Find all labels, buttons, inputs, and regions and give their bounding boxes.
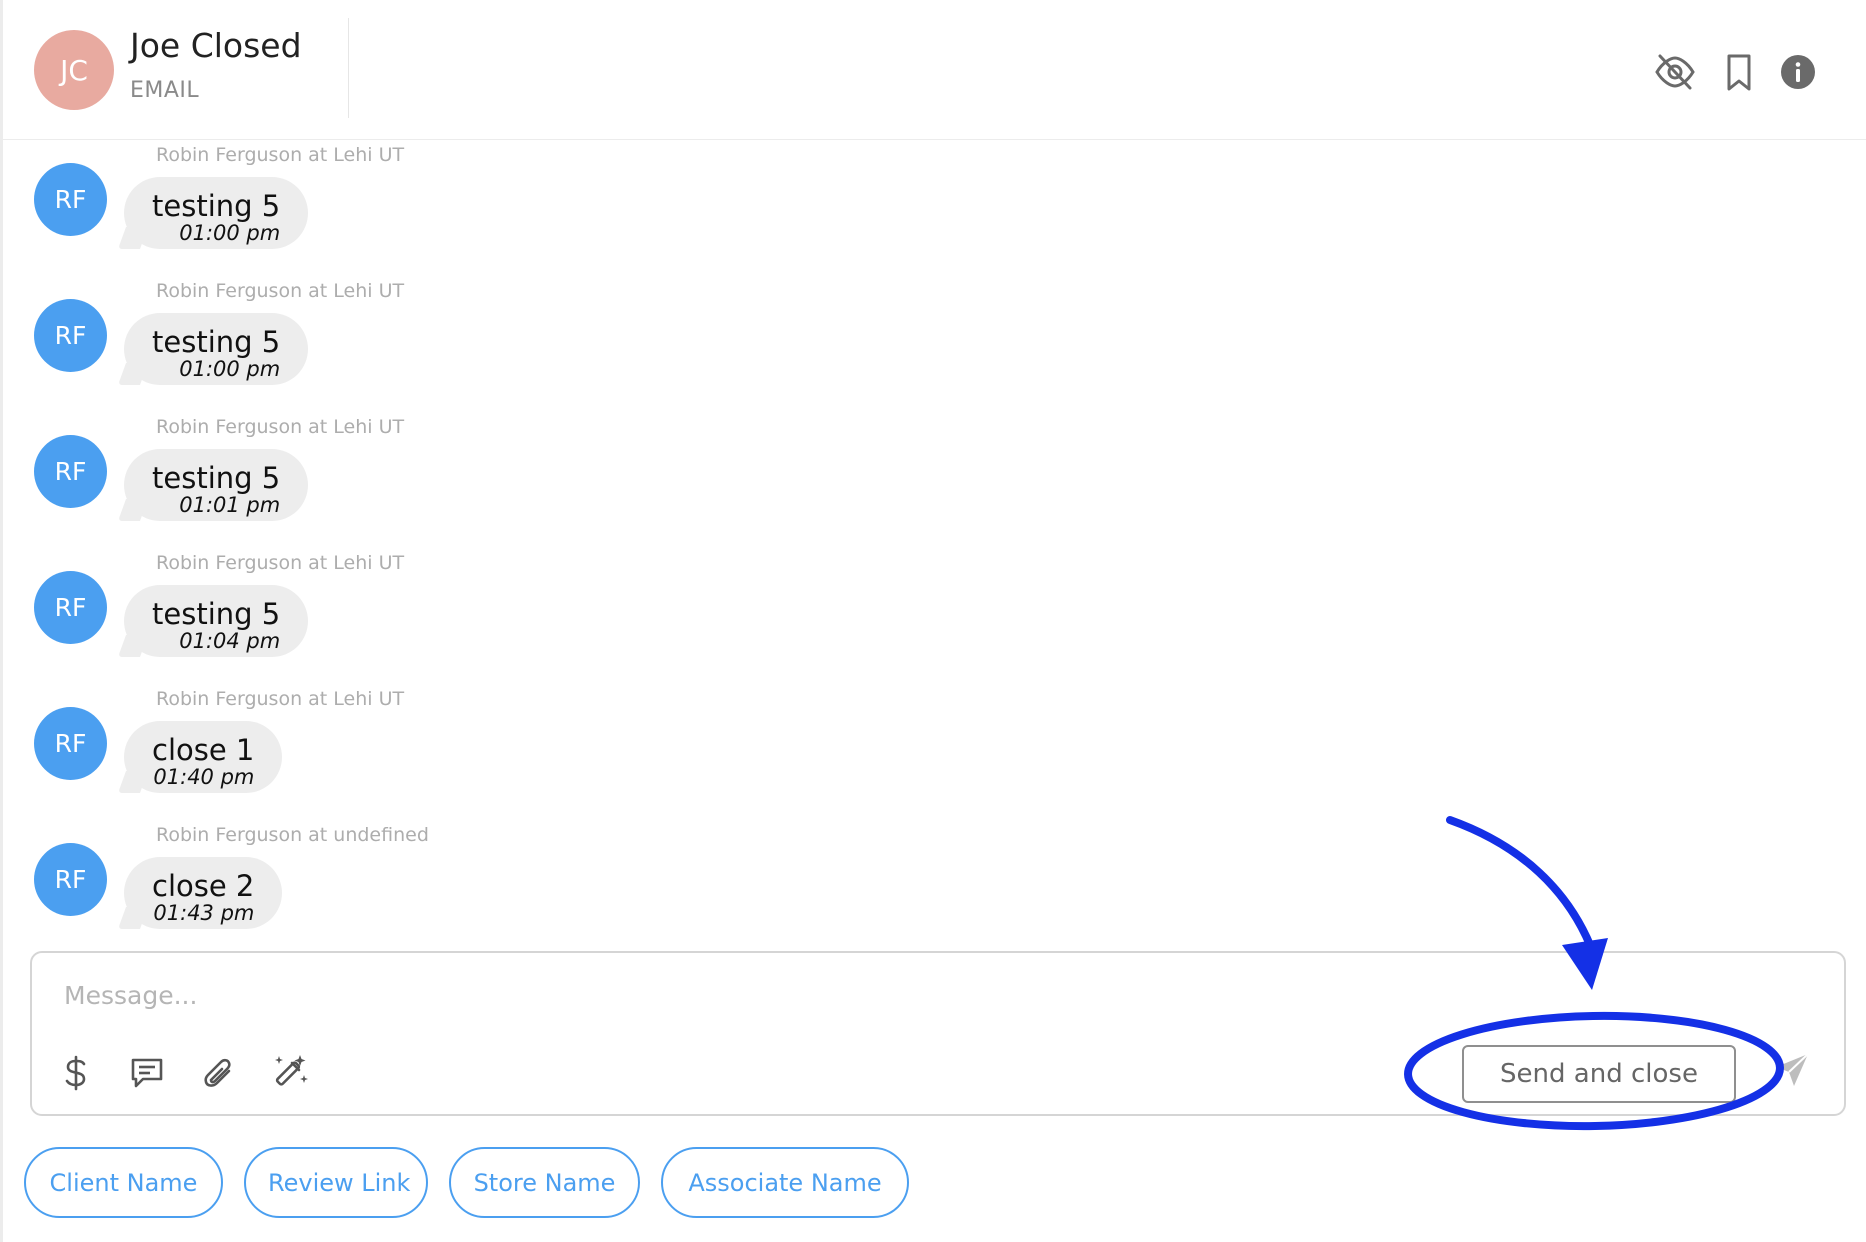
message-bubble: close 1 01:40 pm (124, 721, 283, 793)
send-and-close-button[interactable]: Send and close (1462, 1045, 1736, 1103)
sender-avatar: RF (34, 707, 107, 780)
message-item: Robin Ferguson at Lehi UT RF close 1 01:… (3, 688, 803, 824)
message-time: 01:00 pm (179, 357, 281, 381)
chip-associate-name[interactable]: Associate Name (661, 1147, 909, 1218)
chip-store-name[interactable]: Store Name (449, 1147, 640, 1218)
message-text: testing 5 (152, 461, 281, 495)
contact-name: Joe Closed (130, 26, 302, 65)
paperclip-icon[interactable] (199, 1053, 239, 1093)
message-composer: Send and close (30, 951, 1846, 1116)
message-item: Robin Ferguson at Lehi UT RF testing 5 0… (3, 280, 803, 416)
contact-channel: EMAIL (130, 78, 200, 103)
message-sender: Robin Ferguson at Lehi UT (156, 144, 405, 166)
message-sender: Robin Ferguson at Lehi UT (156, 688, 405, 710)
message-bubble: testing 5 01:01 pm (124, 449, 309, 521)
message-text: testing 5 (152, 597, 281, 631)
bookmark-icon[interactable] (1717, 50, 1761, 94)
message-sender: Robin Ferguson at Lehi UT (156, 280, 405, 302)
message-item: Robin Ferguson at undefined RF close 2 0… (3, 824, 803, 960)
sender-avatar: RF (34, 571, 107, 644)
message-text: close 2 (152, 869, 255, 903)
sender-avatar: RF (34, 843, 107, 916)
message-text: testing 5 (152, 189, 281, 223)
message-text: testing 5 (152, 325, 281, 359)
message-time: 01:04 pm (179, 629, 281, 653)
message-time: 01:43 pm (153, 901, 255, 925)
message-list[interactable]: Robin Ferguson at Lehi UT RF testing 5 0… (3, 140, 1866, 940)
message-bubble: close 2 01:43 pm (124, 857, 283, 929)
header-divider (348, 18, 349, 118)
message-item: Robin Ferguson at Lehi UT RF testing 5 0… (3, 416, 803, 552)
conversation-header: JC Joe Closed EMAIL (3, 0, 1866, 140)
eye-off-icon[interactable] (1653, 50, 1697, 94)
message-time: 01:40 pm (153, 765, 255, 789)
message-sender: Robin Ferguson at Lehi UT (156, 552, 405, 574)
sender-avatar: RF (34, 299, 107, 372)
dollar-icon[interactable] (56, 1053, 96, 1093)
contact-avatar: JC (34, 30, 114, 110)
chip-client-name[interactable]: Client Name (24, 1147, 223, 1218)
message-bubble: testing 5 01:00 pm (124, 177, 309, 249)
info-icon[interactable] (1776, 50, 1820, 94)
chip-review-link[interactable]: Review Link (244, 1147, 428, 1218)
message-sender: Robin Ferguson at Lehi UT (156, 416, 405, 438)
message-time: 01:01 pm (179, 493, 281, 517)
message-bubble: testing 5 01:00 pm (124, 313, 309, 385)
message-item: Robin Ferguson at Lehi UT RF testing 5 0… (3, 552, 803, 688)
message-sender: Robin Ferguson at undefined (156, 824, 429, 846)
message-item: Robin Ferguson at Lehi UT RF testing 5 0… (3, 144, 803, 280)
message-input[interactable] (64, 973, 1764, 1017)
magic-wand-icon[interactable] (270, 1053, 310, 1093)
message-time: 01:00 pm (179, 221, 281, 245)
sender-avatar: RF (34, 435, 107, 508)
message-template-icon[interactable] (127, 1053, 167, 1093)
send-icon[interactable] (1770, 1048, 1814, 1092)
sender-avatar: RF (34, 163, 107, 236)
message-text: close 1 (152, 733, 255, 767)
message-bubble: testing 5 01:04 pm (124, 585, 309, 657)
